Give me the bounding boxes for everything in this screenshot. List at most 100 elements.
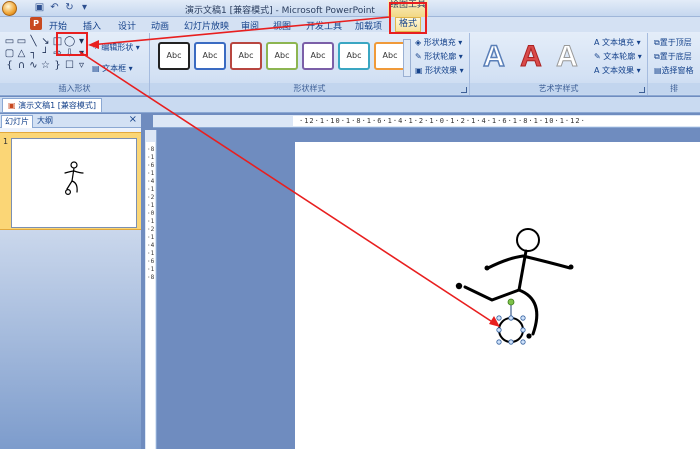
callout-shape-icon[interactable]: ☐ xyxy=(64,60,75,71)
curve-shape-icon[interactable]: ∩ xyxy=(16,60,27,71)
elbow-shape-icon[interactable]: ┐ xyxy=(28,48,39,59)
save-icon[interactable]: ▣ xyxy=(34,2,45,14)
slides-pane: 幻灯片 大纲 × 1 xyxy=(0,114,141,449)
shape-styles-launcher-icon[interactable] xyxy=(461,87,467,93)
shape-style-2[interactable]: Abc xyxy=(194,42,226,70)
ribbon-tab-row: P 开始 插入 设计 动画 幻灯片放映 审阅 视图 开发工具 加载项 格式 xyxy=(0,17,700,32)
slide-thumbnail-selected[interactable]: 1 xyxy=(0,132,141,230)
document-tab[interactable]: ▣ 演示文稿1 [兼容模式] xyxy=(2,98,102,112)
arrow-down-shape-icon[interactable]: ⇩ xyxy=(64,48,75,59)
slides-pane-tabs: 幻灯片 大纲 × xyxy=(0,114,141,128)
horizontal-ruler: ·12·1·10·1·8·1·6·1·4·1·2·1·0·1·2·1·4·1·6… xyxy=(153,115,700,128)
vertical-ruler: ·8·1·6·1·4·1·2·1·0·1·2·1·4·1·6·1·8 xyxy=(145,130,157,449)
shape-style-5[interactable]: Abc xyxy=(302,42,334,70)
fill-bucket-icon: ◈ xyxy=(415,38,422,47)
tab-design[interactable]: 设计 xyxy=(118,19,136,32)
shapes-gallery: ▭ ▭ ╲ ↘ □ ◯ ▾ ▢ △ ┐ ┘ ⇨ ⇩ ▾ { ∩ ∿ ☆ } ☐ … xyxy=(4,36,87,71)
more-shapes-icon[interactable]: ▾ xyxy=(76,36,87,47)
tab-view[interactable]: 视图 xyxy=(273,19,291,32)
group-arrange: ⧉置于顶层 ⧉置于底层 ▤选择窗格 排 xyxy=(648,33,700,95)
tab-slideshow[interactable]: 幻灯片放映 xyxy=(184,19,229,32)
shape-styles-scroll[interactable] xyxy=(403,39,411,77)
powerpoint-icon: P xyxy=(30,17,42,30)
edit-shape-icon: ⁘ xyxy=(92,43,102,52)
slide-canvas[interactable] xyxy=(295,142,700,449)
shape-style-4[interactable]: Abc xyxy=(266,42,298,70)
shape-effects-button[interactable]: ▣ 形状效果 ▾ xyxy=(415,65,464,76)
contextual-tab-group-label: 绘图工具 xyxy=(388,0,428,17)
edit-shape-button[interactable]: ⁘ 编辑形状 ▾ xyxy=(92,42,140,53)
text-box-button[interactable]: ▤ 文本框 ▾ xyxy=(92,63,133,74)
group-label-arrange: 排 xyxy=(648,83,700,94)
tab-format[interactable]: 格式 xyxy=(395,17,422,32)
wave-shape-icon[interactable]: ∿ xyxy=(28,60,39,71)
group-label-insert-shapes: 插入形状 xyxy=(0,83,149,94)
rect-shape-icon[interactable]: □ xyxy=(52,36,63,47)
arrow-right-shape-icon[interactable]: ⇨ xyxy=(52,48,63,59)
vertical-ruler-scale: ·8·1·6·1·4·1·2·1·0·1·2·1·4·1·6·1·8 xyxy=(147,146,155,281)
slide-number: 1 xyxy=(3,137,9,146)
wordart-style-3[interactable]: A xyxy=(548,38,586,76)
effects-icon: ▣ xyxy=(415,66,423,75)
text-effects-button[interactable]: A 文本效果 ▾ xyxy=(594,65,641,76)
selection-pane-icon: ▤ xyxy=(654,66,662,75)
textbox-shape-icon[interactable]: ▭ xyxy=(4,36,15,47)
wordart-launcher-icon[interactable] xyxy=(639,87,645,93)
slide-thumbnail[interactable] xyxy=(11,138,137,228)
ribbon: ▭ ▭ ╲ ↘ □ ◯ ▾ ▢ △ ┐ ┘ ⇨ ⇩ ▾ { ∩ ∿ ☆ } ☐ … xyxy=(0,32,700,96)
tab-review[interactable]: 审阅 xyxy=(241,19,259,32)
tab-slides[interactable]: 幻灯片 xyxy=(1,115,33,128)
textbox-icon: ▤ xyxy=(92,64,103,73)
send-back-button[interactable]: ⧉置于底层 xyxy=(654,51,692,62)
customize-qat-icon[interactable]: ▾ xyxy=(79,2,90,14)
title-bar: ▣ ↶ ↻ ▾ 演示文稿1 [兼容模式] - Microsoft PowerPo… xyxy=(0,0,700,17)
oval-tool-icon[interactable]: ◯ xyxy=(64,36,75,47)
text-fill-button[interactable]: A 文本填充 ▾ xyxy=(594,37,641,48)
group-insert-shapes: ▭ ▭ ╲ ↘ □ ◯ ▾ ▢ △ ┐ ┘ ⇨ ⇩ ▾ { ∩ ∿ ☆ } ☐ … xyxy=(0,33,150,95)
selection-pane-button[interactable]: ▤选择窗格 xyxy=(654,65,694,76)
office-button-icon[interactable] xyxy=(2,1,17,16)
roundrect-shape-icon[interactable]: ▢ xyxy=(4,48,15,59)
group-shape-styles: Abc Abc Abc Abc Abc Abc Abc ◈ 形状填充 ▾ ✎ 形… xyxy=(150,33,470,95)
scroll-shapes-icon[interactable]: ▾ xyxy=(76,48,87,59)
elbow2-shape-icon[interactable]: ┘ xyxy=(40,48,51,59)
redo-icon[interactable]: ↻ xyxy=(64,2,75,14)
star-shape-icon[interactable]: ☆ xyxy=(40,60,51,71)
tab-animations[interactable]: 动画 xyxy=(151,19,169,32)
shape-style-7[interactable]: Abc xyxy=(374,42,406,70)
tab-outline[interactable]: 大纲 xyxy=(34,115,56,128)
line-shape-icon[interactable]: ╲ xyxy=(28,36,39,47)
arrow-shape-icon[interactable]: ↘ xyxy=(40,36,51,47)
quick-access-toolbar: ▣ ↶ ↻ ▾ xyxy=(34,2,90,14)
text-effects-icon: A xyxy=(594,66,600,75)
expand-shapes-icon[interactable]: ▿ xyxy=(76,60,87,71)
textbox-v-shape-icon[interactable]: ▭ xyxy=(16,36,27,47)
tab-developer[interactable]: 开发工具 xyxy=(306,19,342,32)
triangle-shape-icon[interactable]: △ xyxy=(16,48,27,59)
group-label-shape-styles: 形状样式 xyxy=(150,83,469,94)
wordart-style-2[interactable]: A xyxy=(512,38,550,76)
outline-pen-icon: ✎ xyxy=(415,52,422,61)
text-outline-button[interactable]: ✎ 文本轮廓 ▾ xyxy=(594,51,642,62)
tab-insert[interactable]: 插入 xyxy=(83,19,101,32)
shape-style-1[interactable]: Abc xyxy=(158,42,190,70)
window-title: 演示文稿1 [兼容模式] - Microsoft PowerPoint xyxy=(185,6,375,16)
shape-fill-button[interactable]: ◈ 形状填充 ▾ xyxy=(415,37,462,48)
shape-style-6[interactable]: Abc xyxy=(338,42,370,70)
ppt-doc-icon: ▣ xyxy=(8,101,19,110)
undo-icon[interactable]: ↶ xyxy=(49,2,60,14)
brace2-shape-icon[interactable]: } xyxy=(52,60,63,71)
shape-style-3[interactable]: Abc xyxy=(230,42,262,70)
shape-outline-button[interactable]: ✎ 形状轮廓 ▾ xyxy=(415,51,463,62)
slide-thumbnails: 1 xyxy=(0,128,141,449)
tab-addins[interactable]: 加载项 xyxy=(355,19,382,32)
bring-front-button[interactable]: ⧉置于顶层 xyxy=(654,37,692,48)
brace-shape-icon[interactable]: { xyxy=(4,60,15,71)
wordart-style-1[interactable]: A xyxy=(475,38,513,76)
group-label-wordart-styles: 艺术字样式 xyxy=(470,83,647,94)
tab-home[interactable]: 开始 xyxy=(49,19,67,32)
group-wordart-styles: A A A A 文本填充 ▾ ✎ 文本轮廓 ▾ A 文本效果 ▾ 艺术字样式 xyxy=(470,33,648,95)
close-icon[interactable]: × xyxy=(129,114,137,125)
document-tab-strip: ▣ 演示文稿1 [兼容模式] xyxy=(0,97,700,113)
thumbnail-stick-figure xyxy=(64,161,84,195)
